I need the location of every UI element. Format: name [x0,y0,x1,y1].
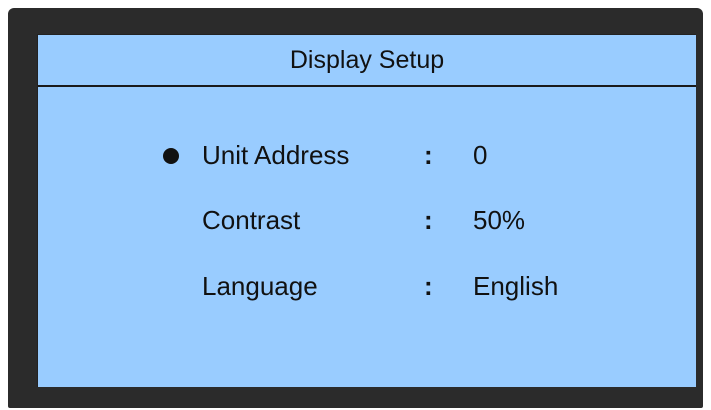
menu-item-value: 0 [473,140,488,170]
bullet-icon [163,148,179,164]
menu-item-separator: : [424,271,433,301]
menu-item-label: Contrast [202,205,301,235]
menu-item-label: Unit Address [202,140,350,170]
menu-item-language[interactable]: Language : English [38,267,696,307]
menu-item-separator: : [424,140,433,170]
menu-item-value: 50% [473,205,526,235]
menu-item-label: Language [202,271,318,301]
screen-title: Display Setup [38,35,696,87]
menu-item-separator: : [424,205,433,235]
menu-item-unit-address[interactable]: Unit Address : 0 [38,136,696,176]
lcd-screen: Display Setup Unit Address : 0 Contrast … [37,34,696,387]
menu-item-value: English [473,271,559,301]
menu-item-contrast[interactable]: Contrast : 50% [38,201,696,241]
